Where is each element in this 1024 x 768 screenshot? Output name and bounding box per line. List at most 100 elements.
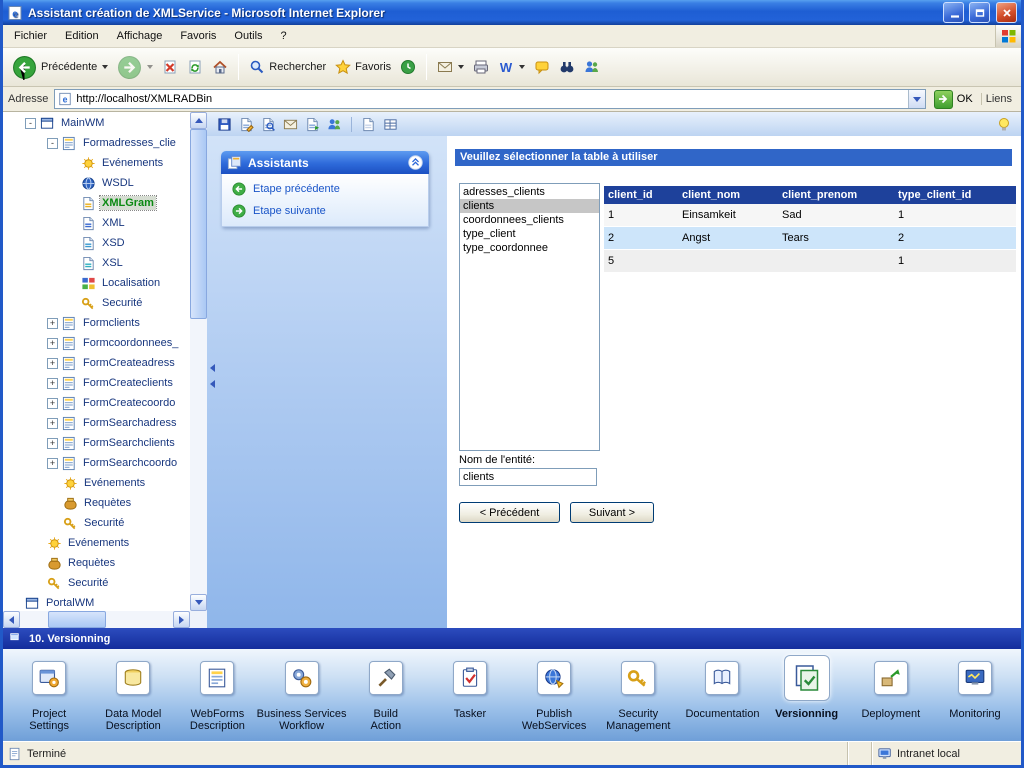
module-project-settings[interactable]: ProjectSettings	[7, 651, 91, 741]
tree-item-formadresses-clie[interactable]: -Formadresses_clie	[3, 133, 190, 153]
tree-expander-plus[interactable]: +	[47, 458, 58, 469]
module-build-action[interactable]: BuildAction	[344, 651, 428, 741]
go-button[interactable]: OK	[932, 89, 975, 110]
edit-button[interactable]	[237, 115, 256, 134]
tree-expander-plus[interactable]: +	[47, 378, 58, 389]
refresh-button[interactable]	[184, 57, 206, 77]
tree-item-wsdl[interactable]: WSDL	[3, 173, 190, 193]
messenger-button[interactable]	[581, 57, 603, 77]
tree-item-ev-nements[interactable]: Evénements	[3, 153, 190, 173]
save-button[interactable]	[215, 115, 234, 134]
users-button[interactable]	[325, 115, 344, 134]
grid-button[interactable]	[381, 115, 400, 134]
tree-item-xsd[interactable]: XSD	[3, 233, 190, 253]
tree-vertical-scrollbar[interactable]	[190, 112, 207, 611]
scroll-track[interactable]	[20, 611, 173, 628]
tree-horizontal-scrollbar[interactable]	[3, 611, 190, 628]
next-button[interactable]: Suivant >	[570, 502, 654, 523]
word-button[interactable]: W	[495, 57, 528, 77]
module-publish-webservices[interactable]: PublishWebServices	[512, 651, 596, 741]
minimize-button[interactable]	[943, 2, 964, 23]
menu-item-favoris[interactable]: Favoris	[171, 26, 225, 46]
section-bar[interactable]: 10. Versionning	[3, 628, 1021, 649]
tree-expander-plus[interactable]: +	[47, 338, 58, 349]
table-list-item-clients[interactable]: clients	[460, 199, 599, 213]
tree-expander-plus[interactable]: +	[47, 418, 58, 429]
tree-item-formsearchcoordo[interactable]: +FormSearchcoordo	[3, 453, 190, 473]
table-row[interactable]: 2AngstTears2	[604, 227, 1016, 250]
tree-item-securit[interactable]: Securité	[3, 513, 190, 533]
tree-item-mainwm[interactable]: -MainWM	[3, 113, 190, 133]
new-doc-button[interactable]	[359, 115, 378, 134]
research-button[interactable]	[556, 57, 578, 77]
module-tasker[interactable]: Tasker	[428, 651, 512, 741]
previous-button[interactable]: < Précédent	[459, 502, 560, 523]
module-deployment[interactable]: Deployment	[849, 651, 933, 741]
tree-item-ev-nements[interactable]: Evénements	[3, 473, 190, 493]
tree-expander-minus[interactable]: -	[47, 138, 58, 149]
menu-item-fichier[interactable]: Fichier	[5, 26, 56, 46]
tree-expander-plus[interactable]: +	[47, 358, 58, 369]
scroll-left-button[interactable]	[3, 611, 20, 628]
tree-expander-minus[interactable]: -	[25, 118, 36, 129]
address-dropdown-button[interactable]	[908, 90, 925, 108]
send-button[interactable]	[303, 115, 322, 134]
menu-item-edition[interactable]: Edition	[56, 26, 108, 46]
tree-item-formcreateadress[interactable]: +FormCreateadress	[3, 353, 190, 373]
tree-item-xmlgram[interactable]: XMLGram	[3, 193, 190, 213]
scroll-up-button[interactable]	[190, 112, 207, 129]
tree-expander-plus[interactable]: +	[47, 398, 58, 409]
history-button[interactable]	[397, 57, 419, 77]
search-button[interactable]: Rechercher	[246, 57, 329, 77]
table-list-item-coordonnees-clients[interactable]: coordonnees_clients	[460, 213, 599, 227]
scroll-thumb[interactable]	[48, 611, 106, 628]
module-monitoring[interactable]: Monitoring	[933, 651, 1017, 741]
tree-item-formclients[interactable]: +Formclients	[3, 313, 190, 333]
tree-item-formsearchadress[interactable]: +FormSearchadress	[3, 413, 190, 433]
tree-item-localisation[interactable]: Localisation	[3, 273, 190, 293]
table-list-item-adresses-clients[interactable]: adresses_clients	[460, 185, 599, 199]
tree-item-securit[interactable]: Securité	[3, 573, 190, 593]
table-row[interactable]: 51	[604, 250, 1016, 273]
back-button[interactable]: Précédente	[9, 53, 111, 82]
tree-item-formsearchclients[interactable]: +FormSearchclients	[3, 433, 190, 453]
menu-item-outils[interactable]: Outils	[225, 26, 271, 46]
close-button[interactable]	[996, 2, 1017, 23]
collapse-panel-button[interactable]	[408, 155, 423, 170]
mail-button[interactable]	[281, 115, 300, 134]
menu-item-affichage[interactable]: Affichage	[108, 26, 172, 46]
module-versionning[interactable]: Versionning	[765, 651, 849, 741]
lightbulb-button[interactable]	[994, 115, 1013, 134]
table-list-item-type-client[interactable]: type_client	[460, 227, 599, 241]
tree-item-ev-nements[interactable]: Evénements	[3, 533, 190, 553]
mail-button[interactable]	[434, 57, 467, 77]
scroll-track[interactable]	[190, 129, 207, 594]
module-data-model-description[interactable]: Data ModelDescription	[91, 651, 175, 741]
table-row[interactable]: 1EinsamkeitSad1	[604, 204, 1016, 227]
tree-item-formcreatecoordo[interactable]: +FormCreatecoordo	[3, 393, 190, 413]
favorites-button[interactable]: Favoris	[332, 57, 394, 77]
scroll-down-button[interactable]	[190, 594, 207, 611]
tree-item-formcreateclients[interactable]: +FormCreateclients	[3, 373, 190, 393]
links-button[interactable]: Liens	[981, 93, 1016, 105]
table-listbox[interactable]: adresses_clientsclientscoordonnees_clien…	[459, 183, 600, 451]
module-business-services-workflow[interactable]: Business ServicesWorkflow	[260, 651, 344, 741]
tree-item-requ-tes[interactable]: Requètes	[3, 553, 190, 573]
module-security-management[interactable]: SecurityManagement	[596, 651, 680, 741]
tree-item-requ-tes[interactable]: Requètes	[3, 493, 190, 513]
assistant-step-etape-pr-c-dente[interactable]: Etape précédente	[232, 182, 418, 196]
menu-item-item[interactable]: ?	[272, 26, 296, 46]
scroll-thumb[interactable]	[190, 129, 207, 319]
tree-expander-plus[interactable]: +	[47, 318, 58, 329]
tree-item-formcoordonnees[interactable]: +Formcoordonnees_	[3, 333, 190, 353]
discuss-button[interactable]	[531, 57, 553, 77]
tree-item-securit[interactable]: Securité	[3, 293, 190, 313]
scroll-right-button[interactable]	[173, 611, 190, 628]
table-list-item-type-coordonnee[interactable]: type_coordonnee	[460, 241, 599, 255]
module-documentation[interactable]: Documentation	[680, 651, 764, 741]
tree-item-xml[interactable]: XML	[3, 213, 190, 233]
entity-name-input[interactable]	[459, 468, 597, 486]
assistants-header[interactable]: Assistants	[221, 151, 429, 174]
assistant-step-etape-suivante[interactable]: Etape suivante	[232, 204, 418, 218]
address-input[interactable]: e http://localhost/XMLRADBin	[54, 89, 925, 109]
